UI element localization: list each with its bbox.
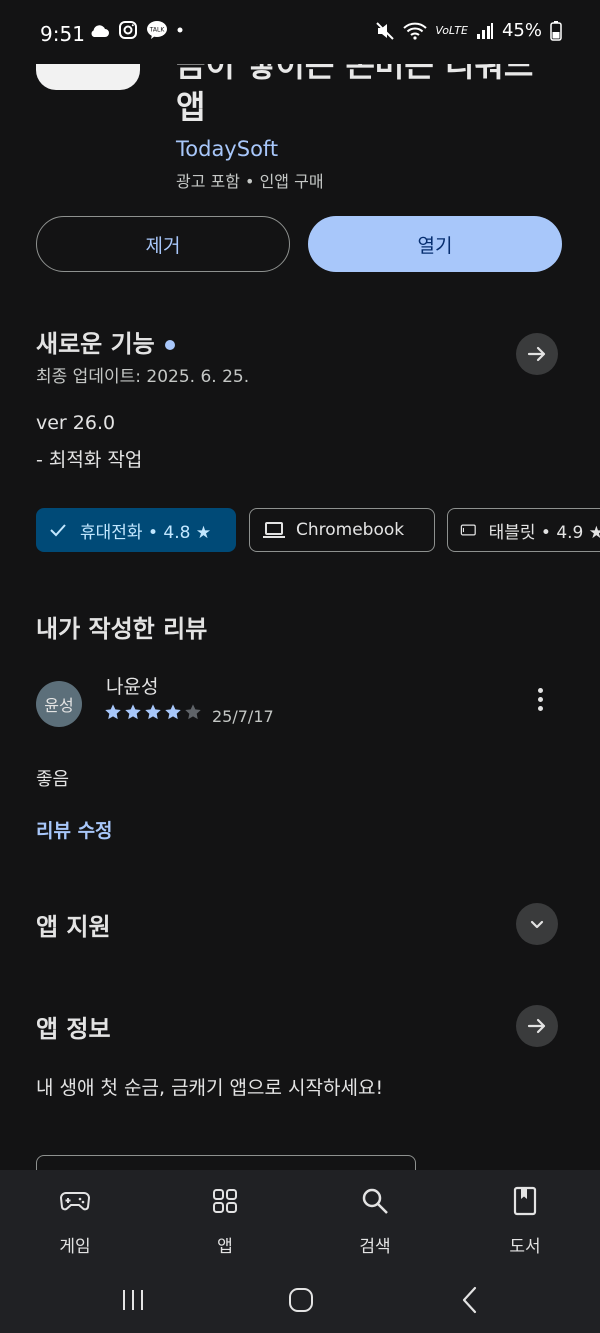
- release-note: - 최적화 작업: [36, 449, 143, 471]
- home-icon: [289, 1288, 313, 1312]
- uninstall-button[interactable]: 제거: [36, 216, 290, 272]
- star-filled-icon: [145, 704, 161, 720]
- gamepad-icon: [60, 1192, 90, 1211]
- avatar: 윤성: [36, 681, 82, 727]
- device-chip-chromebook-label: Chromebook: [296, 520, 405, 540]
- app-description: 내 생애 첫 순금, 금캐기 앱으로 시작하세요!: [36, 1077, 384, 1099]
- status-bar: 9:51 TALK VoLTE 45%: [0, 0, 600, 64]
- chevron-down-icon: [530, 920, 544, 929]
- recent-apps-icon: [123, 1290, 143, 1310]
- search-icon: [362, 1188, 388, 1214]
- mute-icon: [376, 21, 395, 40]
- star-filled-icon: [125, 704, 141, 720]
- new-indicator-dot: [164, 340, 175, 350]
- device-chip-tablet[interactable]: 태블릿 • 4.9 ★: [447, 508, 600, 552]
- nav-label-search: 검색: [359, 1237, 391, 1257]
- last-updated: 최종 업데이트: 2025. 6. 25.: [36, 367, 250, 387]
- volte-icon: VoLTE: [435, 24, 468, 37]
- tablet-icon: [460, 524, 476, 536]
- device-chip-phone[interactable]: 휴대전화 • 4.8 ★: [36, 508, 236, 552]
- my-review-title: 내가 작성한 리뷰: [36, 615, 208, 643]
- nav-item-search[interactable]: 검색: [325, 1184, 425, 1257]
- edit-review-link[interactable]: 리뷰 수정: [36, 816, 113, 843]
- check-icon: [50, 524, 66, 537]
- notification-icons: TALK: [88, 20, 184, 40]
- review-text: 좋음: [36, 769, 70, 790]
- laptop-icon: [263, 522, 285, 538]
- reviewer-name: 나윤성: [106, 676, 159, 698]
- device-chip-tablet-label: 태블릿 • 4.9 ★: [488, 522, 600, 543]
- nav-label-games: 게임: [59, 1237, 91, 1257]
- more-notifications-dot-icon: [177, 27, 183, 33]
- arrow-right-icon: [527, 1018, 546, 1034]
- instagram-icon: [119, 21, 137, 39]
- review-date: 25/7/17: [212, 707, 274, 726]
- whats-new-title-text: 새로운 기능: [36, 330, 155, 358]
- nav-label-books: 도서: [509, 1237, 541, 1257]
- app-info-arrow-button[interactable]: [516, 1005, 558, 1047]
- svg-text:TALK: TALK: [149, 27, 166, 34]
- nav-label-apps: 앱: [217, 1237, 233, 1257]
- open-button[interactable]: 열기: [308, 216, 562, 272]
- device-chip-chromebook[interactable]: Chromebook: [249, 508, 435, 552]
- recent-apps-button[interactable]: [118, 1282, 148, 1318]
- signal-icon: [476, 22, 493, 39]
- home-button[interactable]: [284, 1282, 318, 1318]
- apps-grid-icon: [213, 1189, 237, 1213]
- star-filled-icon: [165, 704, 181, 720]
- star-empty-icon: [185, 704, 201, 720]
- nav-item-books[interactable]: 도서: [475, 1184, 575, 1257]
- star-filled-icon: [105, 704, 121, 720]
- book-icon: [513, 1186, 537, 1216]
- app-info-title: 앱 정보: [36, 1015, 111, 1043]
- kakaotalk-icon: TALK: [147, 21, 167, 39]
- back-button[interactable]: [455, 1282, 485, 1318]
- battery-percent: 45%: [501, 20, 542, 41]
- back-icon: [462, 1286, 477, 1314]
- battery-icon: [550, 20, 562, 41]
- app-support-title: 앱 지원: [36, 913, 111, 941]
- whats-new-arrow-button[interactable]: [516, 333, 558, 375]
- app-meta: 광고 포함 • 인앱 구매: [176, 172, 324, 191]
- app-support-expand-button[interactable]: [516, 903, 558, 945]
- app-title-line2: 앱: [176, 88, 206, 126]
- system-icons: VoLTE 45%: [375, 20, 562, 41]
- bottom-navigation: 게임 앱 검색 도서: [0, 1170, 600, 1333]
- cloud-icon: [91, 25, 109, 37]
- version-text: ver 26.0: [36, 412, 116, 434]
- device-chip-phone-label: 휴대전화 • 4.8 ★: [80, 522, 212, 543]
- star-rating: [104, 703, 202, 721]
- status-time: 9:51: [40, 22, 85, 46]
- nav-item-games[interactable]: 게임: [25, 1184, 125, 1257]
- review-more-menu-icon[interactable]: [538, 688, 543, 711]
- arrow-right-icon: [527, 346, 546, 362]
- developer-link[interactable]: TodaySoft: [176, 137, 278, 161]
- whats-new-title: 새로운 기능: [36, 324, 175, 359]
- nav-item-apps[interactable]: 앱: [175, 1184, 275, 1257]
- wifi-icon: [403, 22, 427, 40]
